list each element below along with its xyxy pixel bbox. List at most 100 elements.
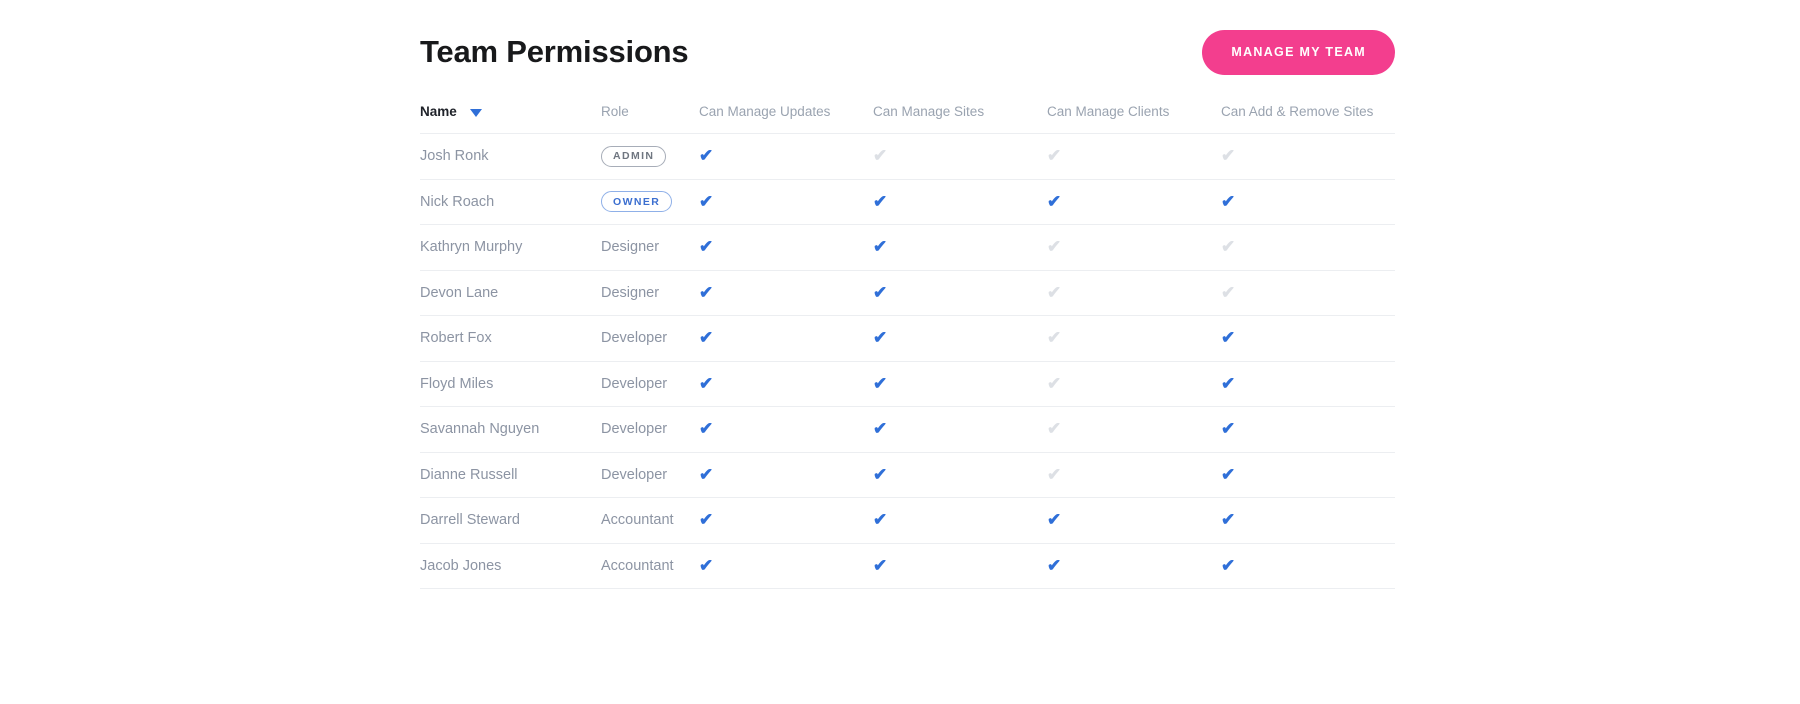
column-header-role[interactable]: Role	[601, 104, 699, 134]
checkmark-icon[interactable]: ✔	[699, 193, 713, 210]
cell-can-manage-clients[interactable]: ✔	[1047, 270, 1221, 316]
checkmark-icon[interactable]: ✔	[1221, 329, 1235, 346]
checkmark-icon[interactable]: ✔	[1047, 557, 1061, 574]
cell-can-manage-sites[interactable]: ✔	[873, 134, 1047, 180]
cell-can-add-remove-sites[interactable]: ✔	[1221, 179, 1395, 225]
checkmark-icon[interactable]: ✔	[1221, 193, 1235, 210]
checkmark-icon[interactable]: ✔	[1047, 420, 1061, 437]
cell-member-role: Accountant	[601, 498, 699, 544]
cell-can-manage-sites[interactable]: ✔	[873, 452, 1047, 498]
checkmark-icon[interactable]: ✔	[699, 238, 713, 255]
caret-down-icon[interactable]	[470, 109, 482, 117]
role-badge: ADMIN	[601, 146, 666, 167]
checkmark-icon[interactable]: ✔	[1221, 511, 1235, 528]
checkmark-icon[interactable]: ✔	[873, 511, 887, 528]
cell-can-add-remove-sites[interactable]: ✔	[1221, 316, 1395, 362]
cell-can-add-remove-sites[interactable]: ✔	[1221, 452, 1395, 498]
cell-can-add-remove-sites[interactable]: ✔	[1221, 361, 1395, 407]
checkmark-icon[interactable]: ✔	[873, 193, 887, 210]
cell-can-manage-updates[interactable]: ✔	[699, 316, 873, 362]
cell-can-manage-clients[interactable]: ✔	[1047, 361, 1221, 407]
checkmark-icon[interactable]: ✔	[873, 284, 887, 301]
checkmark-icon[interactable]: ✔	[1047, 511, 1061, 528]
cell-member-role: Designer	[601, 225, 699, 271]
table-row: Dianne RussellDeveloper✔✔✔✔	[420, 452, 1395, 498]
cell-can-manage-updates[interactable]: ✔	[699, 179, 873, 225]
checkmark-icon[interactable]: ✔	[1221, 557, 1235, 574]
checkmark-icon[interactable]: ✔	[873, 557, 887, 574]
cell-can-manage-sites[interactable]: ✔	[873, 179, 1047, 225]
cell-can-manage-clients[interactable]: ✔	[1047, 134, 1221, 180]
column-header-can-manage-clients[interactable]: Can Manage Clients	[1047, 104, 1221, 134]
checkmark-icon[interactable]: ✔	[699, 375, 713, 392]
checkmark-icon[interactable]: ✔	[873, 238, 887, 255]
cell-can-manage-clients[interactable]: ✔	[1047, 452, 1221, 498]
column-header-name[interactable]: Name	[420, 104, 601, 134]
checkmark-icon[interactable]: ✔	[1047, 193, 1061, 210]
cell-can-manage-clients[interactable]: ✔	[1047, 179, 1221, 225]
checkmark-icon[interactable]: ✔	[1047, 375, 1061, 392]
checkmark-icon[interactable]: ✔	[699, 329, 713, 346]
checkmark-icon[interactable]: ✔	[873, 375, 887, 392]
checkmark-icon[interactable]: ✔	[699, 147, 713, 164]
cell-can-manage-sites[interactable]: ✔	[873, 543, 1047, 589]
cell-member-name: Jacob Jones	[420, 543, 601, 589]
cell-can-manage-updates[interactable]: ✔	[699, 361, 873, 407]
cell-can-add-remove-sites[interactable]: ✔	[1221, 407, 1395, 453]
cell-can-add-remove-sites[interactable]: ✔	[1221, 134, 1395, 180]
cell-can-manage-sites[interactable]: ✔	[873, 498, 1047, 544]
cell-member-name: Darrell Steward	[420, 498, 601, 544]
checkmark-icon[interactable]: ✔	[1047, 466, 1061, 483]
cell-can-manage-sites[interactable]: ✔	[873, 316, 1047, 362]
checkmark-icon[interactable]: ✔	[1221, 284, 1235, 301]
cell-can-manage-updates[interactable]: ✔	[699, 452, 873, 498]
cell-can-add-remove-sites[interactable]: ✔	[1221, 270, 1395, 316]
checkmark-icon[interactable]: ✔	[1047, 147, 1061, 164]
checkmark-icon[interactable]: ✔	[1221, 238, 1235, 255]
cell-can-manage-clients[interactable]: ✔	[1047, 225, 1221, 271]
cell-can-manage-updates[interactable]: ✔	[699, 225, 873, 271]
checkmark-icon[interactable]: ✔	[699, 466, 713, 483]
manage-my-team-button[interactable]: MANAGE MY TEAM	[1202, 30, 1395, 75]
checkmark-icon[interactable]: ✔	[699, 557, 713, 574]
cell-can-manage-updates[interactable]: ✔	[699, 270, 873, 316]
table-row: Nick RoachOWNER✔✔✔✔	[420, 179, 1395, 225]
cell-can-add-remove-sites[interactable]: ✔	[1221, 543, 1395, 589]
checkmark-icon[interactable]: ✔	[1221, 375, 1235, 392]
checkmark-icon[interactable]: ✔	[699, 511, 713, 528]
cell-can-manage-sites[interactable]: ✔	[873, 270, 1047, 316]
cell-can-manage-updates[interactable]: ✔	[699, 498, 873, 544]
checkmark-icon[interactable]: ✔	[1221, 147, 1235, 164]
column-header-can-add-remove-sites[interactable]: Can Add & Remove Sites	[1221, 104, 1395, 134]
checkmark-icon[interactable]: ✔	[699, 420, 713, 437]
column-header-can-manage-updates[interactable]: Can Manage Updates	[699, 104, 873, 134]
checkmark-icon[interactable]: ✔	[873, 329, 887, 346]
name-sort-control[interactable]: Name	[420, 104, 482, 119]
cell-can-manage-updates[interactable]: ✔	[699, 407, 873, 453]
checkmark-icon[interactable]: ✔	[873, 147, 887, 164]
checkmark-icon[interactable]: ✔	[1047, 238, 1061, 255]
cell-can-add-remove-sites[interactable]: ✔	[1221, 225, 1395, 271]
cell-can-add-remove-sites[interactable]: ✔	[1221, 498, 1395, 544]
column-header-can-manage-sites[interactable]: Can Manage Sites	[873, 104, 1047, 134]
cell-can-manage-updates[interactable]: ✔	[699, 543, 873, 589]
checkmark-icon[interactable]: ✔	[1221, 420, 1235, 437]
checkmark-icon[interactable]: ✔	[873, 420, 887, 437]
checkmark-icon[interactable]: ✔	[1047, 329, 1061, 346]
cell-can-manage-updates[interactable]: ✔	[699, 134, 873, 180]
checkmark-icon[interactable]: ✔	[1221, 466, 1235, 483]
cell-member-name: Savannah Nguyen	[420, 407, 601, 453]
column-header-name-label: Name	[420, 104, 457, 119]
checkmark-icon[interactable]: ✔	[1047, 284, 1061, 301]
cell-can-manage-clients[interactable]: ✔	[1047, 543, 1221, 589]
cell-can-manage-clients[interactable]: ✔	[1047, 498, 1221, 544]
table-row: Devon LaneDesigner✔✔✔✔	[420, 270, 1395, 316]
cell-can-manage-sites[interactable]: ✔	[873, 225, 1047, 271]
cell-can-manage-sites[interactable]: ✔	[873, 407, 1047, 453]
cell-can-manage-clients[interactable]: ✔	[1047, 407, 1221, 453]
checkmark-icon[interactable]: ✔	[699, 284, 713, 301]
team-permissions-page: Team Permissions MANAGE MY TEAM Name Rol…	[0, 0, 1800, 704]
checkmark-icon[interactable]: ✔	[873, 466, 887, 483]
cell-can-manage-clients[interactable]: ✔	[1047, 316, 1221, 362]
cell-can-manage-sites[interactable]: ✔	[873, 361, 1047, 407]
